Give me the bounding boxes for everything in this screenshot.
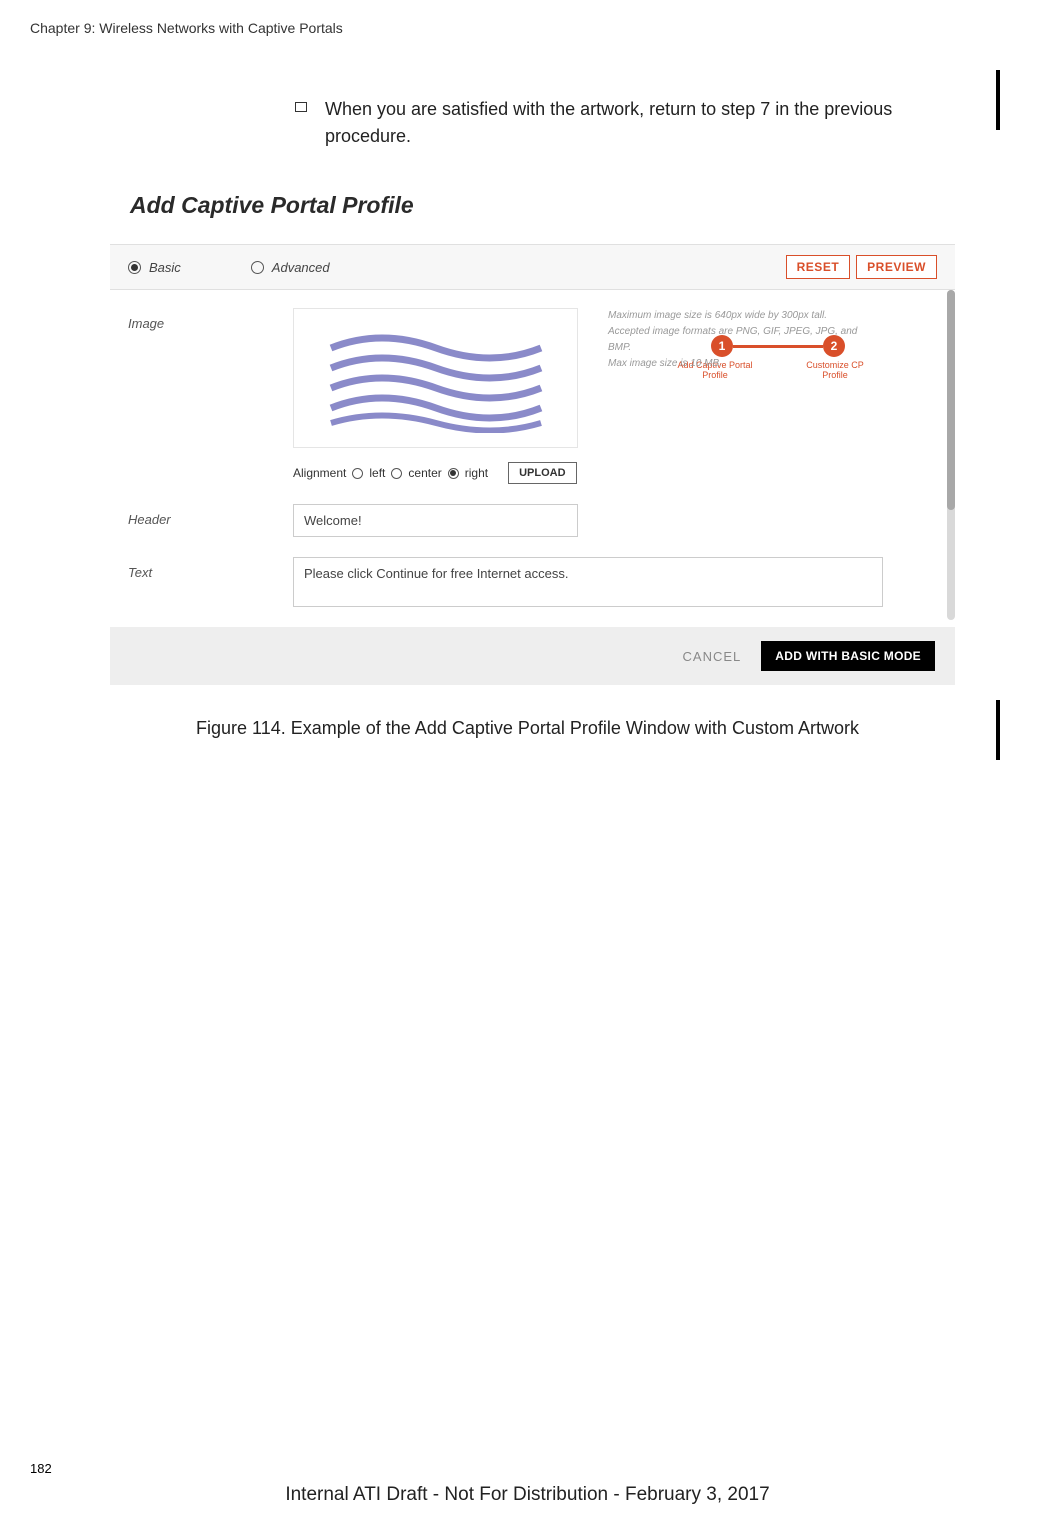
footer-text: Internal ATI Draft - Not For Distributio… (0, 1484, 1055, 1506)
reset-button[interactable]: RESET (786, 255, 851, 279)
text-label: Text (128, 557, 293, 607)
align-right-radio[interactable] (448, 468, 459, 479)
image-preview (293, 308, 578, 448)
mode-tabs: Basic Advanced RESET PREVIEW (110, 244, 955, 290)
screenshot-figure: Add Captive Portal Profile 1 2 Add Capti… (110, 180, 955, 685)
image-hints: Maximum image size is 640px wide by 300p… (608, 308, 878, 484)
radio-icon (251, 261, 264, 274)
alignment-label: Alignment (293, 466, 346, 480)
upload-button[interactable]: UPLOAD (508, 462, 576, 484)
chapter-header: Chapter 9: Wireless Networks with Captiv… (30, 20, 1025, 36)
instruction-text: When you are satisfied with the artwork,… (325, 96, 955, 150)
cancel-button[interactable]: CANCEL (683, 649, 742, 664)
header-input[interactable] (293, 504, 578, 537)
align-left-label: left (369, 466, 385, 480)
advanced-radio[interactable]: Advanced (251, 260, 330, 275)
artwork-image (321, 323, 551, 433)
basic-label: Basic (149, 260, 181, 275)
page-number: 182 (30, 1461, 52, 1476)
scrollbar-thumb[interactable] (947, 290, 955, 510)
align-left-radio[interactable] (352, 468, 363, 479)
align-right-label: right (465, 466, 488, 480)
hint-text: Accepted image formats are PNG, GIF, JPE… (608, 324, 878, 356)
form-body: Image Alignment left center (110, 290, 955, 607)
dialog-footer: CANCEL ADD WITH BASIC MODE (110, 627, 955, 685)
advanced-label: Advanced (272, 260, 330, 275)
text-input[interactable]: Please click Continue for free Internet … (293, 557, 883, 607)
change-bar (996, 70, 1000, 130)
image-label: Image (128, 308, 293, 484)
panel-title: Add Captive Portal Profile (110, 180, 955, 244)
instruction-item: When you are satisfied with the artwork,… (295, 96, 955, 150)
bullet-icon (295, 102, 307, 112)
change-bar (996, 700, 1000, 760)
preview-button[interactable]: PREVIEW (856, 255, 937, 279)
align-center-radio[interactable] (391, 468, 402, 479)
figure-caption: Figure 114. Example of the Add Captive P… (160, 715, 895, 742)
align-center-label: center (408, 466, 441, 480)
hint-text: Maximum image size is 640px wide by 300p… (608, 308, 878, 324)
header-label: Header (128, 504, 293, 537)
hint-text: Max image size is 10 MB. (608, 356, 878, 372)
add-basic-mode-button[interactable]: ADD WITH BASIC MODE (761, 641, 935, 671)
basic-radio[interactable]: Basic (128, 260, 181, 275)
radio-icon (128, 261, 141, 274)
alignment-row: Alignment left center right UPLOAD (293, 462, 578, 484)
